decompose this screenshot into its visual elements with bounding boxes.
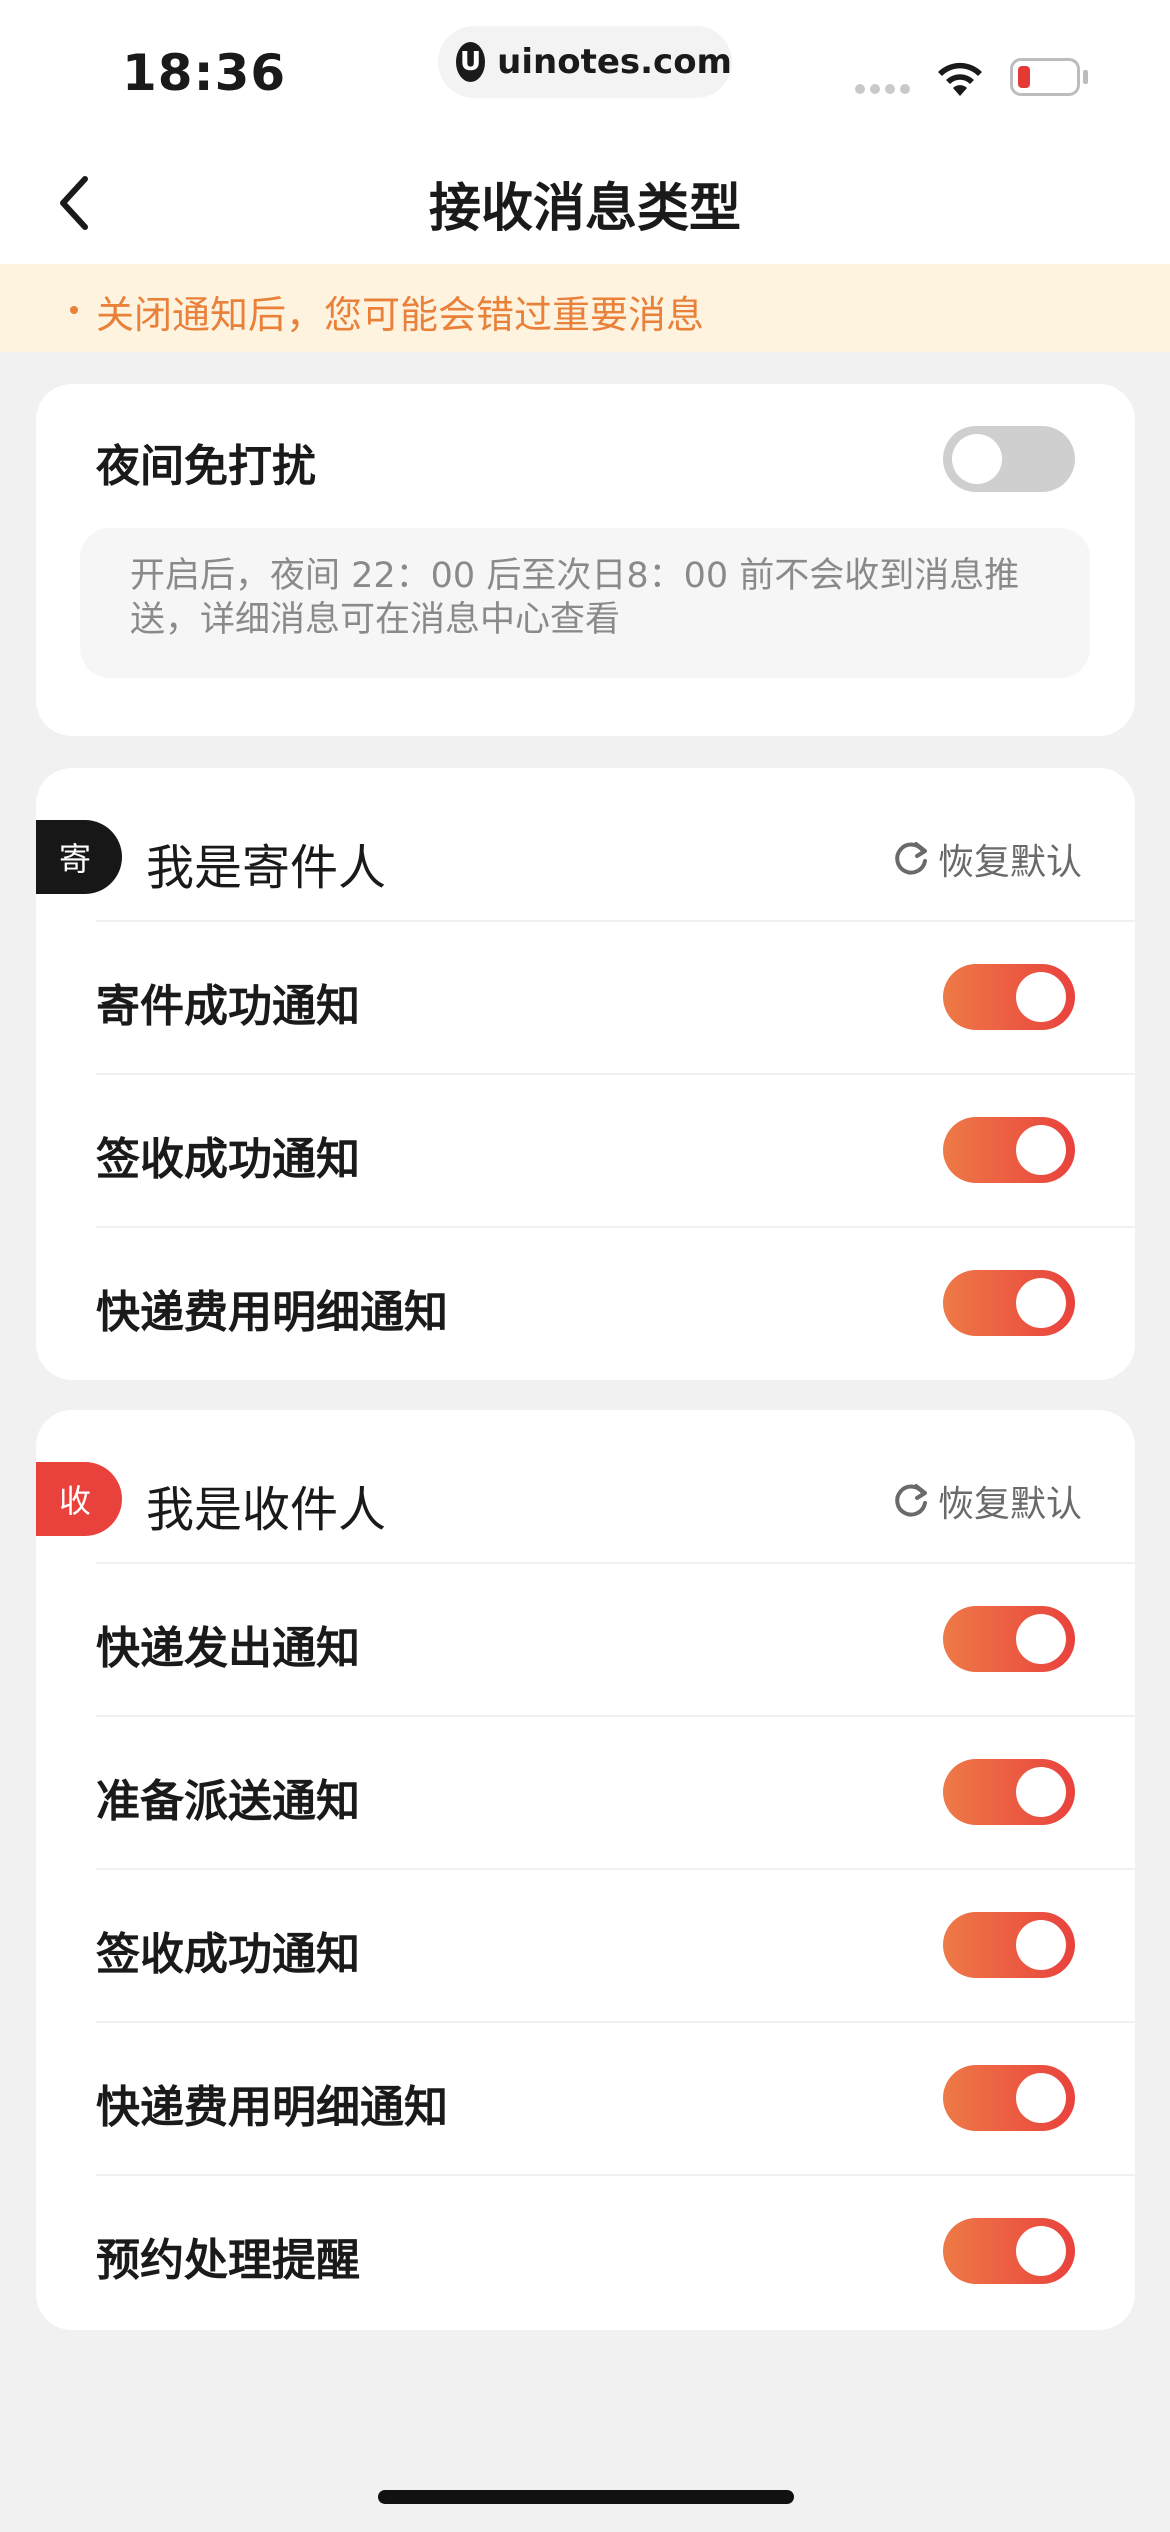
refresh-icon: [895, 842, 927, 875]
setting-toggle[interactable]: [943, 1117, 1075, 1183]
setting-label: 签收成功通知: [96, 1929, 360, 1980]
sender-section-title: 我是寄件人: [146, 840, 387, 896]
sender-reset-label: 恢复默认: [938, 842, 1083, 883]
setting-label: 寄件成功通知: [96, 981, 360, 1032]
receiver-tag-badge: 收: [36, 1462, 122, 1536]
setting-label: 准备派送通知: [96, 1776, 360, 1827]
receiver-reset-label: 恢复默认: [938, 1484, 1083, 1525]
setting-toggle[interactable]: [943, 1912, 1075, 1978]
sender-section-header: 寄 我是寄件人 恢复默认: [36, 768, 1135, 920]
cellular-signal-icon: [855, 84, 910, 94]
setting-toggle[interactable]: [943, 2218, 1075, 2284]
warning-banner: 关闭通知后，您可能会错过重要消息: [0, 264, 1170, 352]
night-dnd-description: 开启后，夜间 22：00 后至次日8：00 前不会收到消息推送，详细消息可在消息…: [80, 528, 1090, 678]
status-time: 18:36: [122, 44, 287, 102]
refresh-icon: [895, 1484, 927, 1517]
receiver-card: 收 我是收件人 恢复默认 快递发出通知 准备派送通知 签收成功通知 快递费用明细…: [36, 1410, 1135, 2330]
receiver-section-title: 我是收件人: [146, 1482, 387, 1538]
night-dnd-toggle[interactable]: [943, 426, 1075, 492]
list-item: 寄件成功通知: [36, 920, 1135, 1073]
sender-reset-button[interactable]: 恢复默认: [892, 834, 1082, 884]
setting-toggle[interactable]: [943, 1606, 1075, 1672]
sender-card: 寄 我是寄件人 恢复默认 寄件成功通知 签收成功通知 快递费用明细通知: [36, 768, 1135, 1380]
receiver-section-header: 收 我是收件人 恢复默认: [36, 1410, 1135, 1562]
page-title: 接收消息类型: [428, 179, 741, 239]
nav-bar: 接收消息类型: [0, 140, 1170, 264]
battery-icon: [1010, 58, 1080, 96]
setting-toggle[interactable]: [943, 1270, 1075, 1336]
warning-text: 关闭通知后，您可能会错过重要消息: [96, 293, 705, 337]
setting-label: 预约处理提醒: [96, 2235, 360, 2286]
setting-label: 签收成功通知: [96, 1134, 360, 1185]
setting-label: 快递费用明细通知: [96, 1287, 448, 1338]
list-item: 快递费用明细通知: [36, 1226, 1135, 1379]
status-bar: 18:36 U uinotes.com: [0, 0, 1170, 140]
setting-toggle[interactable]: [943, 964, 1075, 1030]
receiver-reset-button[interactable]: 恢复默认: [892, 1476, 1082, 1526]
night-dnd-label: 夜间免打扰: [96, 441, 316, 492]
list-item: 预约处理提醒: [36, 2174, 1135, 2327]
site-logo-icon: U: [456, 42, 486, 82]
bullet-dot: [70, 306, 78, 314]
home-indicator: [378, 2490, 794, 2504]
list-item: 签收成功通知: [36, 1073, 1135, 1226]
site-pill: U uinotes.com: [438, 26, 732, 98]
setting-toggle[interactable]: [943, 1759, 1075, 1825]
wifi-icon: [938, 62, 982, 96]
setting-label: 快递发出通知: [96, 1623, 360, 1674]
list-item: 准备派送通知: [36, 1715, 1135, 1868]
battery-cap: [1083, 70, 1088, 84]
list-item: 快递费用明细通知: [36, 2021, 1135, 2174]
setting-label: 快递费用明细通知: [96, 2082, 448, 2133]
list-item: 快递发出通知: [36, 1562, 1135, 1715]
site-url: uinotes.com: [497, 42, 732, 82]
setting-toggle[interactable]: [943, 2065, 1075, 2131]
list-item: 签收成功通知: [36, 1868, 1135, 2021]
night-dnd-card: 夜间免打扰 开启后，夜间 22：00 后至次日8：00 前不会收到消息推送，详细…: [36, 384, 1135, 736]
sender-tag-badge: 寄: [36, 820, 122, 894]
